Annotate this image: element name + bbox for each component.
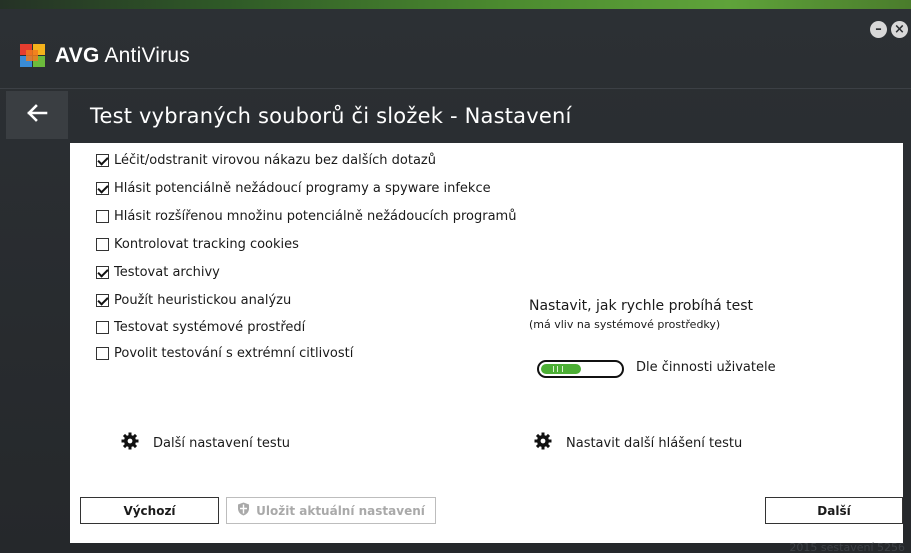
slider-grip-icon[interactable] bbox=[553, 366, 563, 372]
default-button[interactable]: Výchozí bbox=[80, 497, 219, 524]
option-report-pup[interactable]: Hlásit potenciálně nežádoucí programy a … bbox=[96, 181, 491, 196]
app-window: – × AVG AntiVirus Test vybraných souborů… bbox=[0, 0, 911, 553]
option-label: Testovat systémové prostředí bbox=[114, 320, 306, 335]
top-accent-bar bbox=[0, 0, 911, 9]
option-label: Hlásit rozšířenou množinu potenciálně ne… bbox=[114, 209, 517, 224]
checkbox[interactable] bbox=[96, 182, 109, 195]
option-system-environment[interactable]: Testovat systémové prostředí bbox=[96, 320, 305, 335]
checkbox[interactable] bbox=[96, 210, 109, 223]
checkbox[interactable] bbox=[96, 154, 109, 167]
shield-icon bbox=[237, 502, 250, 519]
gear-icon bbox=[534, 432, 552, 454]
option-label: Použít heuristickou analýzu bbox=[114, 293, 292, 308]
page-title: Test vybraných souborů či složek - Nasta… bbox=[90, 104, 572, 128]
save-settings-label: Uložit aktuální nastavení bbox=[256, 503, 425, 518]
close-button[interactable]: × bbox=[891, 21, 908, 38]
brand-name: AVG bbox=[55, 44, 100, 67]
settings-panel bbox=[70, 143, 903, 543]
option-extreme-sensitivity[interactable]: Povolit testování s extrémní citlivostí bbox=[96, 346, 353, 361]
option-label: Léčit/odstranit virovou nákazu bez další… bbox=[114, 153, 436, 168]
app-logo: AVG AntiVirus bbox=[19, 41, 190, 71]
more-scan-reports-link[interactable]: Nastavit další hlášení testu bbox=[534, 432, 742, 454]
scan-speed-subtitle: (má vliv na systémové prostředky) bbox=[529, 318, 721, 331]
next-button[interactable]: Další bbox=[765, 497, 903, 524]
minimize-button[interactable]: – bbox=[870, 21, 887, 38]
more-scan-settings-link[interactable]: Další nastavení testu bbox=[121, 432, 290, 454]
checkbox[interactable] bbox=[96, 347, 109, 360]
more-scan-settings-label: Další nastavení testu bbox=[153, 435, 291, 451]
option-scan-archives[interactable]: Testovat archivy bbox=[96, 265, 220, 280]
gear-icon bbox=[121, 432, 139, 454]
option-heuristics[interactable]: Použít heuristickou analýzu bbox=[96, 293, 291, 308]
option-tracking-cookies[interactable]: Kontrolovat tracking cookies bbox=[96, 237, 299, 252]
product-name: AntiVirus bbox=[104, 44, 190, 67]
avg-logo-icon bbox=[19, 43, 51, 69]
checkbox[interactable] bbox=[96, 321, 109, 334]
more-scan-reports-label: Nastavit další hlášení testu bbox=[566, 435, 743, 451]
app-name: AVG AntiVirus bbox=[55, 44, 190, 68]
save-settings-button[interactable]: Uložit aktuální nastavení bbox=[226, 497, 436, 524]
scan-speed-slider[interactable] bbox=[537, 360, 624, 378]
option-label: Hlásit potenciálně nežádoucí programy a … bbox=[114, 181, 491, 196]
scan-speed-value: Dle činnosti uživatele bbox=[636, 360, 776, 375]
option-label: Povolit testování s extrémní citlivostí bbox=[114, 346, 354, 361]
option-label: Testovat archivy bbox=[114, 265, 220, 280]
scan-speed-title: Nastavit, jak rychle probíhá test bbox=[529, 298, 754, 314]
arrow-left-icon bbox=[26, 104, 48, 126]
option-label: Kontrolovat tracking cookies bbox=[114, 237, 299, 252]
back-button[interactable] bbox=[6, 91, 68, 139]
build-version: 2015 sestavení 5256 bbox=[789, 541, 905, 553]
option-heal-infection[interactable]: Léčit/odstranit virovou nákazu bez další… bbox=[96, 153, 436, 168]
checkbox[interactable] bbox=[96, 294, 109, 307]
checkbox[interactable] bbox=[96, 266, 109, 279]
checkbox[interactable] bbox=[96, 238, 109, 251]
option-report-extended-pup[interactable]: Hlásit rozšířenou množinu potenciálně ne… bbox=[96, 209, 516, 224]
header-divider bbox=[0, 88, 911, 89]
